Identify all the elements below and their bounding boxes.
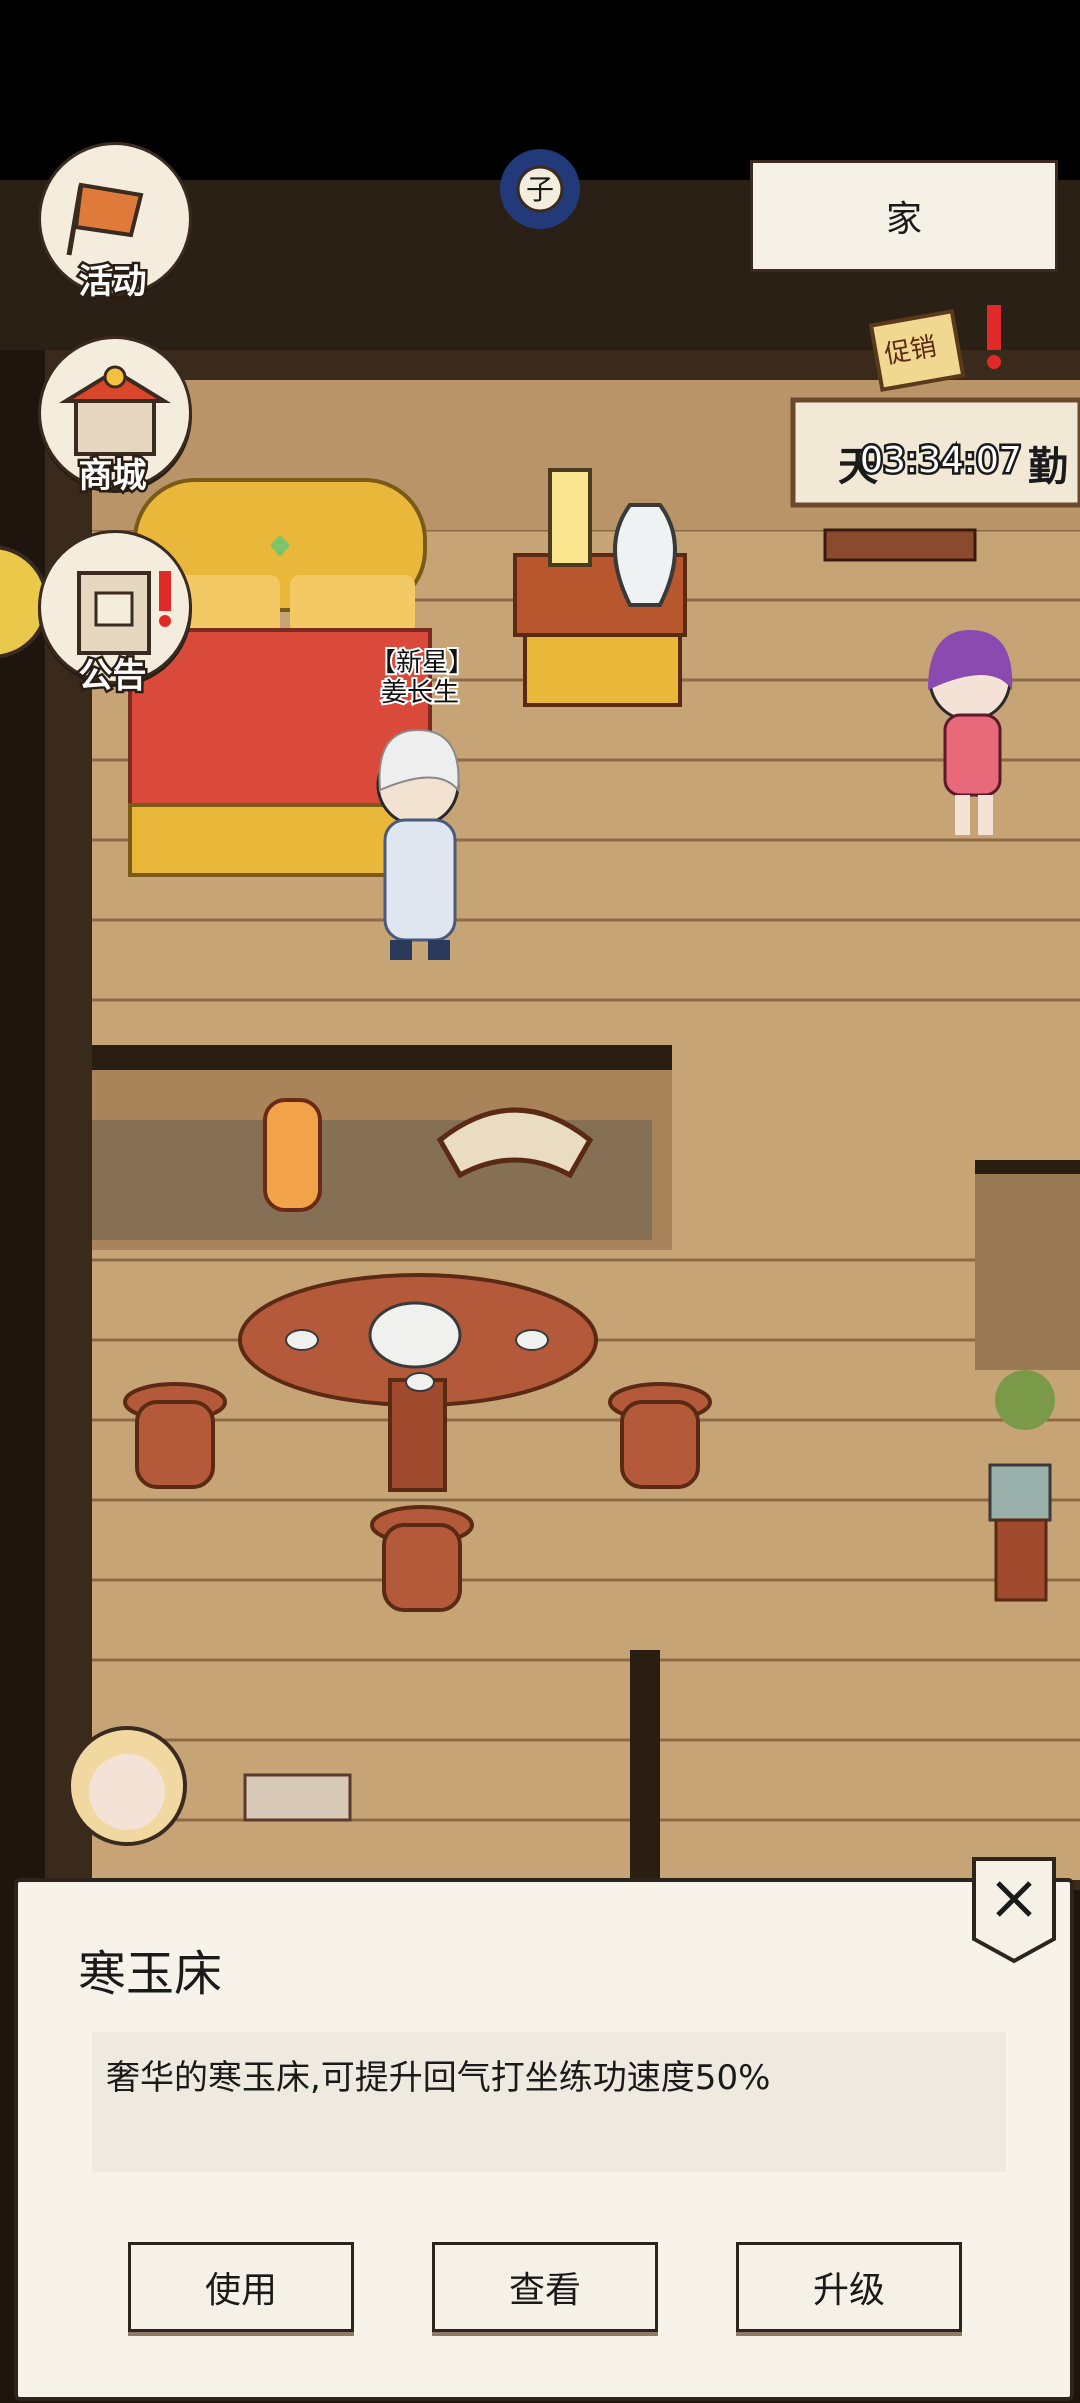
view-button[interactable]: 查看 — [432, 2242, 658, 2332]
upgrade-button[interactable]: 升级 — [736, 2242, 962, 2332]
notice-label: 公告 — [76, 654, 149, 699]
dialog-description-box: 奢华的寒玉床,可提升回气打坐练功速度50% — [92, 2032, 1006, 2172]
close-button[interactable] — [970, 1855, 1058, 1965]
player-character[interactable] — [376, 728, 460, 960]
character-title: 【新星】 — [368, 646, 476, 680]
shop-label: 商城 — [76, 454, 149, 499]
item-dialog: 寒玉床 奢华的寒玉床,可提升回气打坐练功速度50% 使用 查看 升级 — [14, 1878, 1074, 2401]
dialog-title: 寒玉床 — [78, 1946, 223, 2002]
activities-label: 活动 — [76, 260, 149, 305]
time-of-day-icon: 子 — [500, 149, 580, 229]
time-character: 子 — [526, 173, 554, 206]
promo-banner-right: 勤 — [1028, 444, 1068, 490]
promo-timer: 03:34:07 — [858, 438, 1025, 484]
character-name: 姜长生 — [379, 676, 461, 710]
location-title: 家 — [750, 160, 1058, 272]
character-nameplate: 【新星】 姜长生 — [368, 646, 476, 710]
use-button[interactable]: 使用 — [128, 2242, 354, 2332]
dialog-description: 奢华的寒玉床,可提升回气打坐练功速度50% — [106, 2058, 771, 2098]
